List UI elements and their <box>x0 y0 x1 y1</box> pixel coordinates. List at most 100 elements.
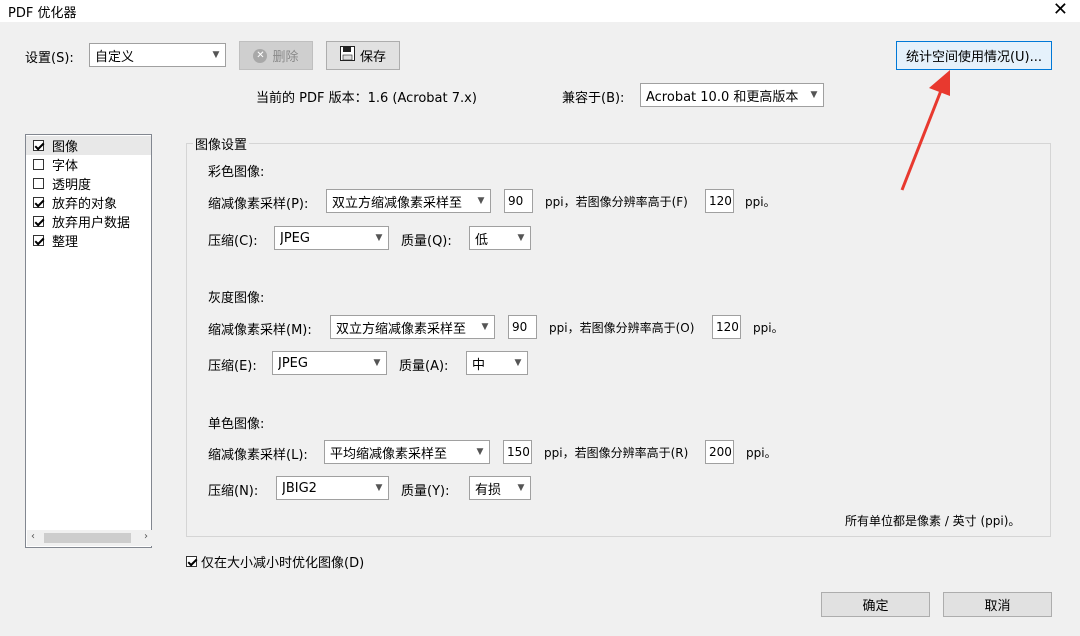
compat-select[interactable]: Acrobat 10.0 和更高版本 ▼ <box>640 83 824 107</box>
color-quality-select[interactable]: 低 ▼ <box>469 226 531 250</box>
gray-compression-value: JPEG <box>278 355 308 371</box>
color-compression-value: JPEG <box>280 230 310 246</box>
gray-compression-select[interactable]: JPEG ▼ <box>272 351 387 375</box>
optimize-only-if-smaller-checkbox[interactable] <box>186 556 197 567</box>
optimize-only-if-smaller-label: 仅在大小减小时优化图像(D) <box>201 556 365 571</box>
color-ppi-text: ppi，若图像分辨率高于(F) <box>545 195 688 209</box>
gray-compression-label: 压缩(E): <box>208 359 257 374</box>
chevron-left-icon[interactable]: ‹ <box>31 531 35 542</box>
chevron-down-icon: ▼ <box>477 196 485 206</box>
audit-space-usage-button[interactable]: 统计空间使用情况(U)... <box>896 41 1052 70</box>
mono-above-unit: ppi。 <box>746 446 777 460</box>
gray-ppi-input[interactable]: 90 <box>508 315 537 339</box>
panel-item-label: 图像 <box>52 140 79 155</box>
chevron-down-icon: ▼ <box>514 358 522 368</box>
optimize-only-if-smaller-option[interactable]: 仅在大小减小时优化图像(D) <box>186 552 364 571</box>
gray-ppi-text: ppi，若图像分辨率高于(O) <box>549 321 695 335</box>
current-pdf-version: 当前的 PDF 版本：1.6 (Acrobat 7.x) <box>256 91 477 106</box>
color-above-unit: ppi。 <box>745 195 776 209</box>
chevron-right-icon[interactable]: › <box>144 531 148 542</box>
panel-item-checkbox[interactable] <box>33 178 44 189</box>
delete-button[interactable]: ✕ 删除 <box>239 41 313 70</box>
panel-item-transparency[interactable]: 透明度 <box>26 174 151 193</box>
panel-item-label: 整理 <box>52 235 79 250</box>
gray-quality-select[interactable]: 中 ▼ <box>466 351 528 375</box>
floppy-disk-icon <box>339 46 355 65</box>
settings-label: 设置(S): <box>25 51 74 66</box>
panel-item-images[interactable]: 图像 <box>26 136 151 155</box>
panel-item-checkbox[interactable] <box>33 235 44 246</box>
chevron-down-icon: ▼ <box>810 90 818 100</box>
panel-item-fonts[interactable]: 字体 <box>26 155 151 174</box>
panel-item-discard-user-data[interactable]: 放弃用户数据 <box>26 212 151 231</box>
panel-item-checkbox[interactable] <box>33 159 44 170</box>
mono-images-heading: 单色图像: <box>208 417 265 432</box>
color-compression-select[interactable]: JPEG ▼ <box>274 226 389 250</box>
image-settings-title: 图像设置 <box>193 134 250 153</box>
chevron-down-icon: ▼ <box>375 233 383 243</box>
mono-compression-label: 压缩(N): <box>208 484 259 499</box>
units-note: 所有单位都是像素 / 英寸 (ppi)。 <box>845 514 1021 528</box>
mono-quality-label: 质量(Y): <box>401 484 450 499</box>
delete-button-label: 删除 <box>272 50 299 65</box>
gray-above-input[interactable]: 120 <box>712 315 741 339</box>
save-button-label: 保存 <box>359 50 386 65</box>
panel-item-checkbox[interactable] <box>33 216 44 227</box>
panel-item-checkbox[interactable] <box>33 140 44 151</box>
gray-downsample-value: 双立方缩减像素采样至 <box>336 321 467 337</box>
panel-item-label: 透明度 <box>52 178 92 193</box>
color-images-heading: 彩色图像: <box>208 165 265 180</box>
save-button[interactable]: 保存 <box>326 41 400 70</box>
panel-item-label: 字体 <box>52 159 79 174</box>
ok-button[interactable]: 确定 <box>821 592 930 617</box>
color-compression-label: 压缩(C): <box>208 234 258 249</box>
mono-above-input[interactable]: 200 <box>705 440 734 464</box>
gray-downsample-label: 缩减像素采样(M): <box>208 323 312 338</box>
color-quality-value: 低 <box>475 232 489 248</box>
panel-list[interactable]: 图像 字体 透明度 放弃的对象 放弃用户数据 整理 ‹ › <box>25 134 152 548</box>
gray-quality-value: 中 <box>472 357 486 373</box>
mono-ppi-input[interactable]: 150 <box>503 440 532 464</box>
horizontal-scrollbar[interactable]: ‹ › <box>27 530 152 546</box>
panel-item-clean-up[interactable]: 整理 <box>26 231 151 250</box>
panel-item-label: 放弃用户数据 <box>52 216 131 231</box>
color-downsample-label: 缩减像素采样(P): <box>208 197 309 212</box>
mono-ppi-text: ppi，若图像分辨率高于(R) <box>544 446 689 460</box>
mono-downsample-label: 缩减像素采样(L): <box>208 448 308 463</box>
title-bar <box>0 0 1080 22</box>
gray-downsample-select[interactable]: 双立方缩减像素采样至 ▼ <box>330 315 495 339</box>
chevron-down-icon: ▼ <box>476 447 484 457</box>
chevron-down-icon: ▼ <box>375 483 383 493</box>
chevron-down-icon: ▼ <box>517 483 525 493</box>
panel-item-label: 放弃的对象 <box>52 197 118 212</box>
panel-item-discard-objects[interactable]: 放弃的对象 <box>26 193 151 212</box>
compat-label: 兼容于(B): <box>562 91 625 106</box>
compat-select-value: Acrobat 10.0 和更高版本 <box>646 89 799 105</box>
scrollbar-thumb[interactable] <box>44 533 131 543</box>
window-title: PDF 优化器 <box>8 6 77 21</box>
mono-downsample-select[interactable]: 平均缩减像素采样至 ▼ <box>324 440 490 464</box>
mono-downsample-value: 平均缩减像素采样至 <box>330 446 448 462</box>
color-downsample-value: 双立方缩减像素采样至 <box>332 195 463 211</box>
panel-item-checkbox[interactable] <box>33 197 44 208</box>
delete-icon: ✕ <box>253 48 268 63</box>
gray-above-unit: ppi。 <box>753 321 784 335</box>
color-ppi-input[interactable]: 90 <box>504 189 533 213</box>
mono-compression-value: JBIG2 <box>282 480 317 496</box>
color-downsample-select[interactable]: 双立方缩减像素采样至 ▼ <box>326 189 491 213</box>
gray-images-heading: 灰度图像: <box>208 291 265 306</box>
chevron-down-icon: ▼ <box>517 233 525 243</box>
settings-select[interactable]: 自定义 ▼ <box>89 43 226 67</box>
mono-compression-select[interactable]: JBIG2 ▼ <box>276 476 389 500</box>
mono-quality-select[interactable]: 有损 ▼ <box>469 476 531 500</box>
chevron-down-icon: ▼ <box>212 50 220 60</box>
settings-select-value: 自定义 <box>95 49 135 65</box>
close-icon[interactable]: ✕ <box>1053 0 1068 20</box>
color-quality-label: 质量(Q): <box>401 234 452 249</box>
chevron-down-icon: ▼ <box>481 322 489 332</box>
gray-quality-label: 质量(A): <box>399 359 449 374</box>
cancel-button[interactable]: 取消 <box>943 592 1052 617</box>
color-above-input[interactable]: 120 <box>705 189 734 213</box>
chevron-down-icon: ▼ <box>373 358 381 368</box>
mono-quality-value: 有损 <box>475 482 502 498</box>
